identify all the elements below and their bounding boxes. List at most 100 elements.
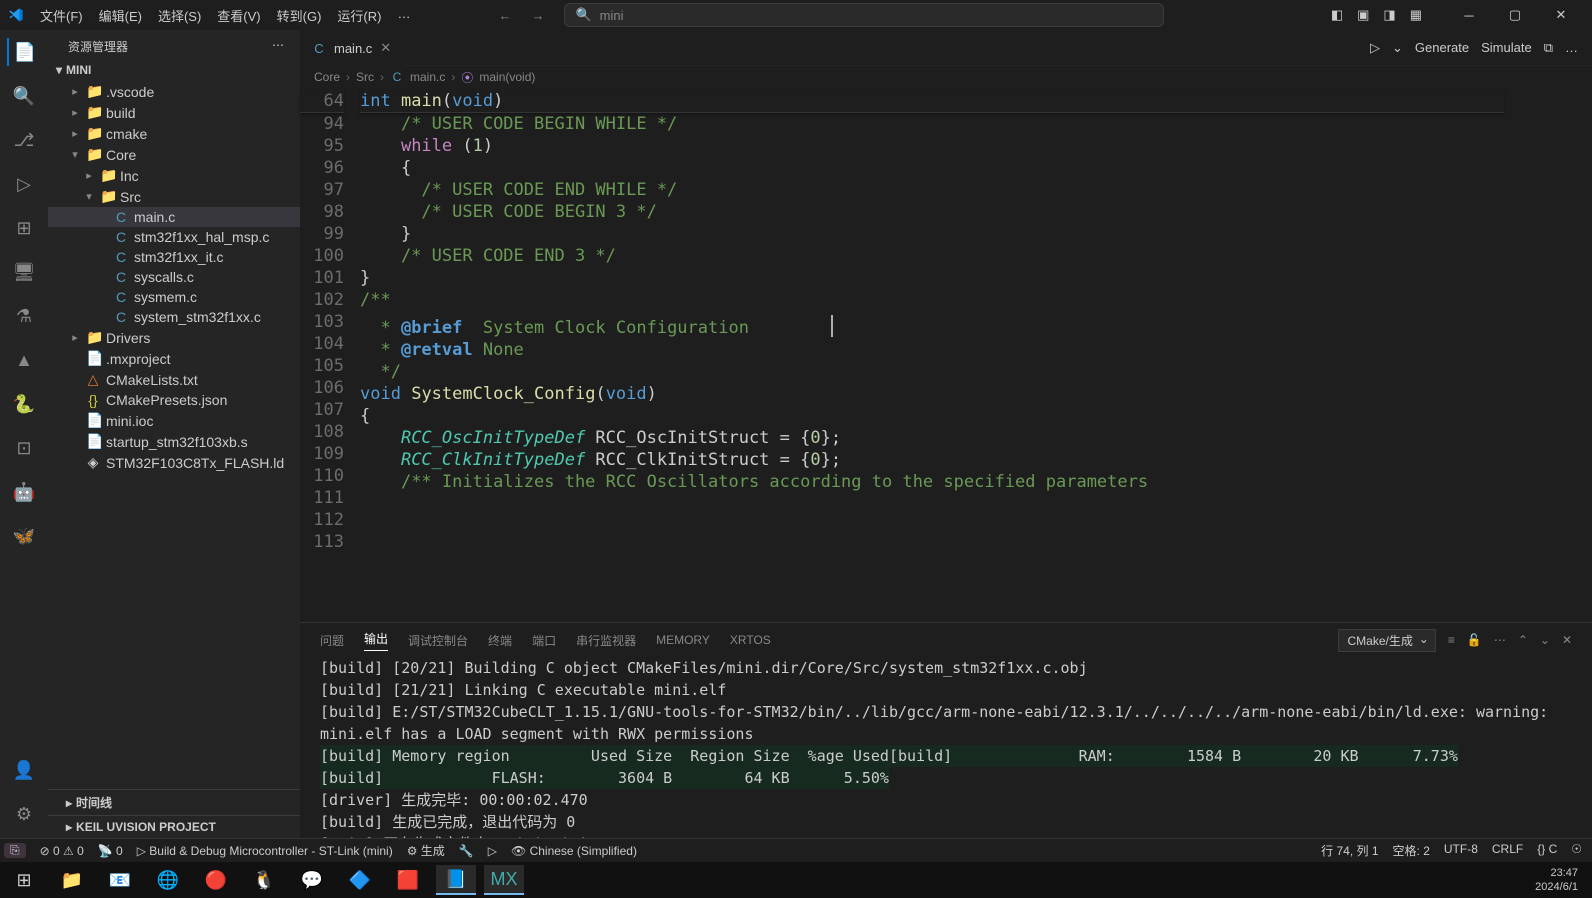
search-activity-icon[interactable]: 🔍	[10, 82, 38, 110]
nav-back-icon[interactable]: ←	[498, 8, 511, 23]
status-item[interactable]: {} C	[1537, 842, 1557, 859]
lock-icon[interactable]: 🔓	[1467, 633, 1482, 647]
tab-main-c[interactable]: C main.c ✕	[300, 30, 403, 66]
tree-item-CMakeLists.txt[interactable]: △CMakeLists.txt	[48, 369, 300, 390]
chevron-down-icon[interactable]: ⌄	[1540, 633, 1550, 647]
run-debug-icon[interactable]: ▷	[10, 170, 38, 198]
tree-item-Drivers[interactable]: ▸📁Drivers	[48, 327, 300, 348]
minimize-button[interactable]: ─	[1446, 0, 1492, 30]
tree-item-stm32f1xx_hal_msp.c[interactable]: Cstm32f1xx_hal_msp.c	[48, 227, 300, 247]
tree-item-.mxproject[interactable]: 📄.mxproject	[48, 348, 300, 369]
problems-status[interactable]: ⊘ 0 ⚠ 0	[40, 844, 84, 858]
testing-icon[interactable]: ⚗	[10, 302, 38, 330]
tree-item-stm32f1xx_it.c[interactable]: Cstm32f1xx_it.c	[48, 247, 300, 267]
explorer-icon[interactable]: 📄	[7, 38, 39, 66]
tree-item-CMakePresets.json[interactable]: {}CMakePresets.json	[48, 390, 300, 410]
nav-forward-icon[interactable]: →	[531, 8, 544, 23]
panel-tab-调试控制台[interactable]: 调试控制台	[408, 632, 468, 649]
accounts-icon[interactable]: 👤	[10, 756, 38, 784]
maximize-panel-icon[interactable]: ⌃	[1518, 633, 1528, 647]
layout-customize-icon[interactable]: ▦	[1410, 7, 1422, 23]
tray-clock[interactable]: 23:47 2024/6/1	[1535, 866, 1588, 894]
tree-item-syscalls.c[interactable]: Csyscalls.c	[48, 267, 300, 287]
chrome-taskbar-icon[interactable]: 🔴	[196, 865, 236, 895]
tree-item-cmake[interactable]: ▸📁cmake	[48, 123, 300, 144]
tree-item-system_stm32f1xx.c[interactable]: Csystem_stm32f1xx.c	[48, 307, 300, 327]
remote-indicator[interactable]: ⎘	[4, 843, 26, 858]
app1-taskbar-icon[interactable]: 🔷	[340, 865, 380, 895]
panel-tab-端口[interactable]: 端口	[532, 632, 556, 649]
panel-tab-问题[interactable]: 问题	[320, 632, 344, 649]
eide-icon[interactable]: ⊡	[10, 434, 38, 462]
robot-icon[interactable]: 🤖	[10, 478, 38, 506]
menu-查看(V)[interactable]: 查看(V)	[209, 6, 268, 25]
tree-item-main.c[interactable]: Cmain.c	[48, 207, 300, 227]
wrench-icon[interactable]: 🔧	[459, 844, 474, 858]
makefile-icon[interactable]: ▲	[10, 346, 38, 374]
tree-item-startup_stm32f103xb.s[interactable]: 📄startup_stm32f103xb.s	[48, 431, 300, 452]
search-box[interactable]: 🔍 mini	[564, 3, 1164, 27]
remote-explorer-icon[interactable]: 🖥	[10, 258, 38, 286]
panel-tab-输出[interactable]: 输出	[364, 630, 388, 651]
status-item[interactable]: 行 74, 列 1	[1321, 842, 1378, 859]
edge-taskbar-icon[interactable]: 🌐	[148, 865, 188, 895]
layout-primary-icon[interactable]: ◧	[1331, 7, 1343, 23]
close-button[interactable]: ✕	[1538, 0, 1584, 30]
menu-转到(G)[interactable]: 转到(G)	[269, 6, 330, 25]
status-item[interactable]: CRLF	[1492, 842, 1523, 859]
code-editor[interactable]: int main(void) /* USER CODE BEGIN WHILE …	[360, 88, 1504, 622]
editor-action-1[interactable]: ⌄	[1392, 40, 1403, 56]
start-button[interactable]: ⊞	[4, 865, 44, 895]
tree-item-STM32F103C8Tx_FLASH.ld[interactable]: ◈STM32F103C8Tx_FLASH.ld	[48, 452, 300, 473]
menu-…[interactable]: …	[389, 6, 418, 25]
source-control-icon[interactable]: ⎇	[10, 126, 38, 154]
settings-gear-icon[interactable]: ⚙	[10, 800, 38, 828]
status-item[interactable]: ☉	[1571, 842, 1582, 859]
butterfly-icon[interactable]: 🦋	[10, 522, 38, 550]
maximize-button[interactable]: ▢	[1492, 0, 1538, 30]
tree-item-build[interactable]: ▸📁build	[48, 102, 300, 123]
panel-tab-XRTOS[interactable]: XRTOS	[730, 633, 771, 647]
editor-action-4[interactable]: ⧉	[1544, 40, 1553, 56]
editor-action-2[interactable]: Generate	[1415, 40, 1469, 55]
mail-taskbar-icon[interactable]: 📧	[100, 865, 140, 895]
status-item[interactable]: UTF-8	[1444, 842, 1478, 859]
ports-status[interactable]: 📡 0	[98, 844, 123, 858]
tree-item-Inc[interactable]: ▸📁Inc	[48, 165, 300, 186]
run-status-icon[interactable]: ▷	[488, 844, 497, 858]
menu-编辑(E)[interactable]: 编辑(E)	[91, 6, 150, 25]
status-item[interactable]: 空格: 2	[1393, 842, 1430, 859]
wechat-taskbar-icon[interactable]: 💬	[292, 865, 332, 895]
extensions-icon[interactable]: ⊞	[10, 214, 38, 242]
output-content[interactable]: [build] [20/21] Building C object CMakeF…	[300, 657, 1592, 838]
more-icon[interactable]: ⋯	[1494, 633, 1506, 647]
tree-item-sysmem.c[interactable]: Csysmem.c	[48, 287, 300, 307]
cubemx-taskbar-icon[interactable]: MX	[484, 865, 524, 895]
panel-tab-串行监视器[interactable]: 串行监视器	[576, 632, 636, 649]
breadcrumb[interactable]: Core› Src› C main.c› ⦿ main(void)	[300, 66, 1592, 88]
cmake-generate-status[interactable]: ⚙ 生成	[407, 842, 445, 859]
vscode-taskbar-icon[interactable]: 📘	[436, 865, 476, 895]
language-status[interactable]: 👁 Chinese (Simplified)	[511, 844, 637, 858]
menu-文件(F)[interactable]: 文件(F)	[32, 6, 91, 25]
tree-item-Core[interactable]: ▾📁Core	[48, 144, 300, 165]
build-debug-status[interactable]: ▷ Build & Debug Microcontroller - ST-Lin…	[137, 844, 393, 858]
tab-close-icon[interactable]: ✕	[380, 40, 391, 56]
project-root[interactable]: ▾ MINI	[48, 59, 300, 81]
keil-section[interactable]: ▸KEIL UVISION PROJECT	[48, 815, 300, 838]
layout-panel-icon[interactable]: ▣	[1357, 7, 1369, 23]
editor-action-5[interactable]: …	[1565, 40, 1578, 55]
explorer-more-icon[interactable]: ⋯	[272, 38, 284, 55]
panel-tab-终端[interactable]: 终端	[488, 632, 512, 649]
menu-选择(S)[interactable]: 选择(S)	[150, 6, 209, 25]
timeline-section[interactable]: ▸时间线	[48, 789, 300, 815]
file-explorer-taskbar-icon[interactable]: 📁	[52, 865, 92, 895]
filter-icon[interactable]: ≡	[1448, 633, 1455, 647]
minimap[interactable]	[1504, 88, 1592, 622]
panel-tab-MEMORY[interactable]: MEMORY	[656, 633, 710, 647]
app2-taskbar-icon[interactable]: 🟥	[388, 865, 428, 895]
qq-taskbar-icon[interactable]: 🐧	[244, 865, 284, 895]
tree-item-Src[interactable]: ▾📁Src	[48, 186, 300, 207]
editor-action-3[interactable]: Simulate	[1481, 40, 1532, 55]
tree-item-.vscode[interactable]: ▸📁.vscode	[48, 81, 300, 102]
